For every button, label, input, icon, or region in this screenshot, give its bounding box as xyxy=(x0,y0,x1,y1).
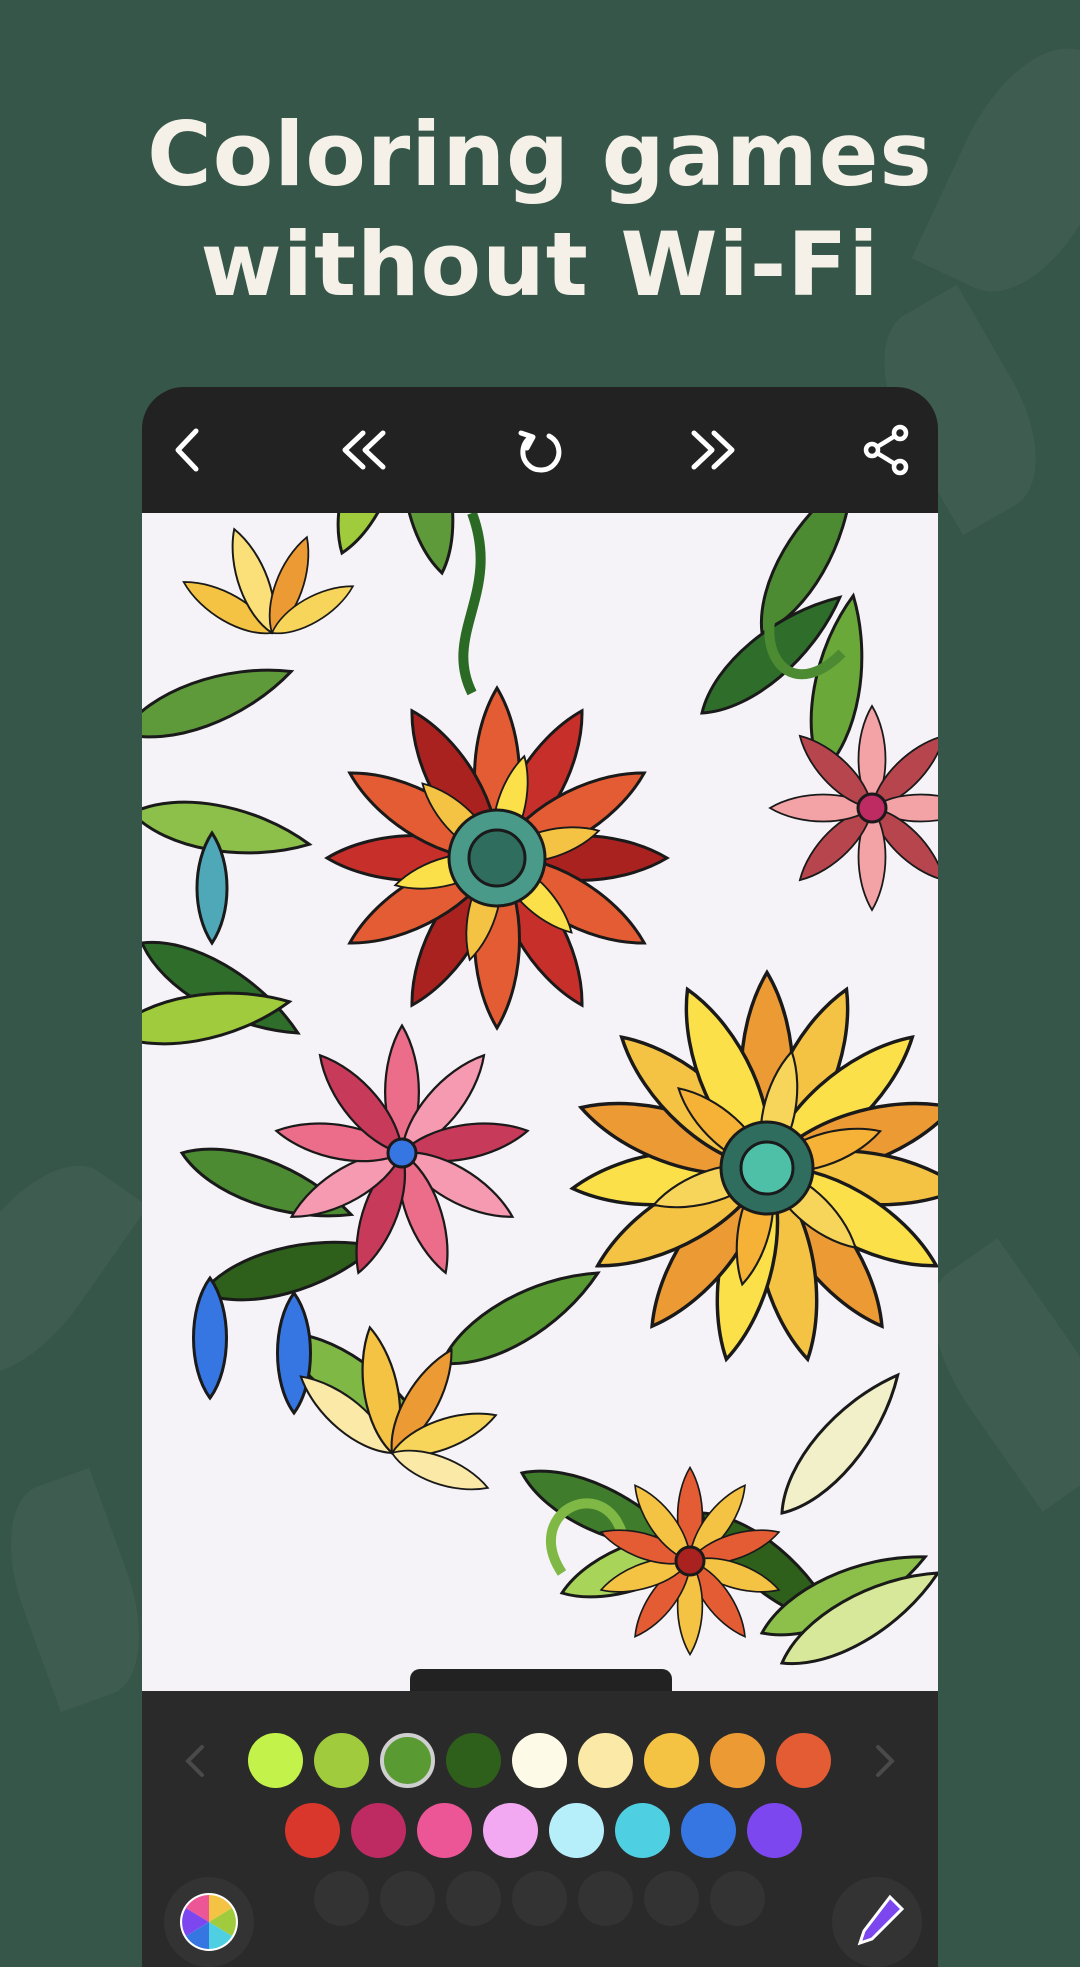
color-wheel-icon xyxy=(180,1893,238,1951)
chevron-right-icon xyxy=(876,1745,895,1777)
share-button[interactable] xyxy=(860,423,914,477)
color-swatch[interactable] xyxy=(776,1733,831,1788)
decorative-leaf xyxy=(0,1467,165,1713)
color-swatch[interactable] xyxy=(417,1803,472,1858)
color-swatch[interactable] xyxy=(644,1733,699,1788)
reset-icon xyxy=(518,430,562,473)
empty-color-slot[interactable] xyxy=(710,1871,765,1926)
color-swatch[interactable] xyxy=(747,1803,802,1858)
eyedropper-button[interactable] xyxy=(832,1877,922,1967)
color-swatch[interactable] xyxy=(446,1733,501,1788)
double-right-icon xyxy=(691,430,734,470)
color-palette xyxy=(142,1691,938,1967)
palette-row-2 xyxy=(285,1803,802,1858)
color-swatch[interactable] xyxy=(380,1733,435,1788)
color-swatch[interactable] xyxy=(512,1733,567,1788)
reset-button[interactable] xyxy=(511,423,565,477)
color-swatch[interactable] xyxy=(615,1803,670,1858)
color-swatch[interactable] xyxy=(285,1803,340,1858)
empty-color-slot[interactable] xyxy=(446,1871,501,1926)
palette-row-1 xyxy=(248,1733,831,1788)
canvas-tab xyxy=(410,1669,672,1693)
color-swatch[interactable] xyxy=(351,1803,406,1858)
redo-all-button[interactable] xyxy=(686,423,740,477)
flower-artwork xyxy=(142,513,938,1684)
color-swatch[interactable] xyxy=(314,1733,369,1788)
phone-frame xyxy=(142,387,938,1967)
double-left-icon xyxy=(342,430,385,470)
eyedropper-icon xyxy=(857,1894,905,1946)
empty-color-slot[interactable] xyxy=(578,1871,633,1926)
chevron-left-icon xyxy=(185,1745,204,1777)
empty-color-slot[interactable] xyxy=(314,1871,369,1926)
color-swatch[interactable] xyxy=(681,1803,736,1858)
back-button[interactable] xyxy=(162,423,216,477)
back-arrow-icon xyxy=(175,428,199,472)
empty-color-slot[interactable] xyxy=(512,1871,567,1926)
palette-prev-button[interactable] xyxy=(176,1741,216,1781)
color-swatch[interactable] xyxy=(710,1733,765,1788)
color-wheel-button[interactable] xyxy=(164,1877,254,1967)
palette-empty-row xyxy=(314,1871,765,1926)
color-swatch[interactable] xyxy=(578,1733,633,1788)
undo-all-button[interactable] xyxy=(337,423,391,477)
decorative-leaf xyxy=(0,1137,148,1403)
palette-next-button[interactable] xyxy=(864,1741,904,1781)
empty-color-slot[interactable] xyxy=(380,1871,435,1926)
share-icon xyxy=(863,424,909,476)
headline-line-2: without Wi-Fi xyxy=(200,213,880,316)
headline: Coloring games without Wi-Fi xyxy=(0,100,1080,320)
empty-color-slot[interactable] xyxy=(644,1871,699,1926)
color-swatch[interactable] xyxy=(248,1733,303,1788)
color-swatch[interactable] xyxy=(483,1803,538,1858)
color-swatch[interactable] xyxy=(549,1803,604,1858)
headline-line-1: Coloring games xyxy=(147,103,933,206)
toolbar xyxy=(142,387,938,513)
coloring-canvas[interactable] xyxy=(142,513,938,1691)
